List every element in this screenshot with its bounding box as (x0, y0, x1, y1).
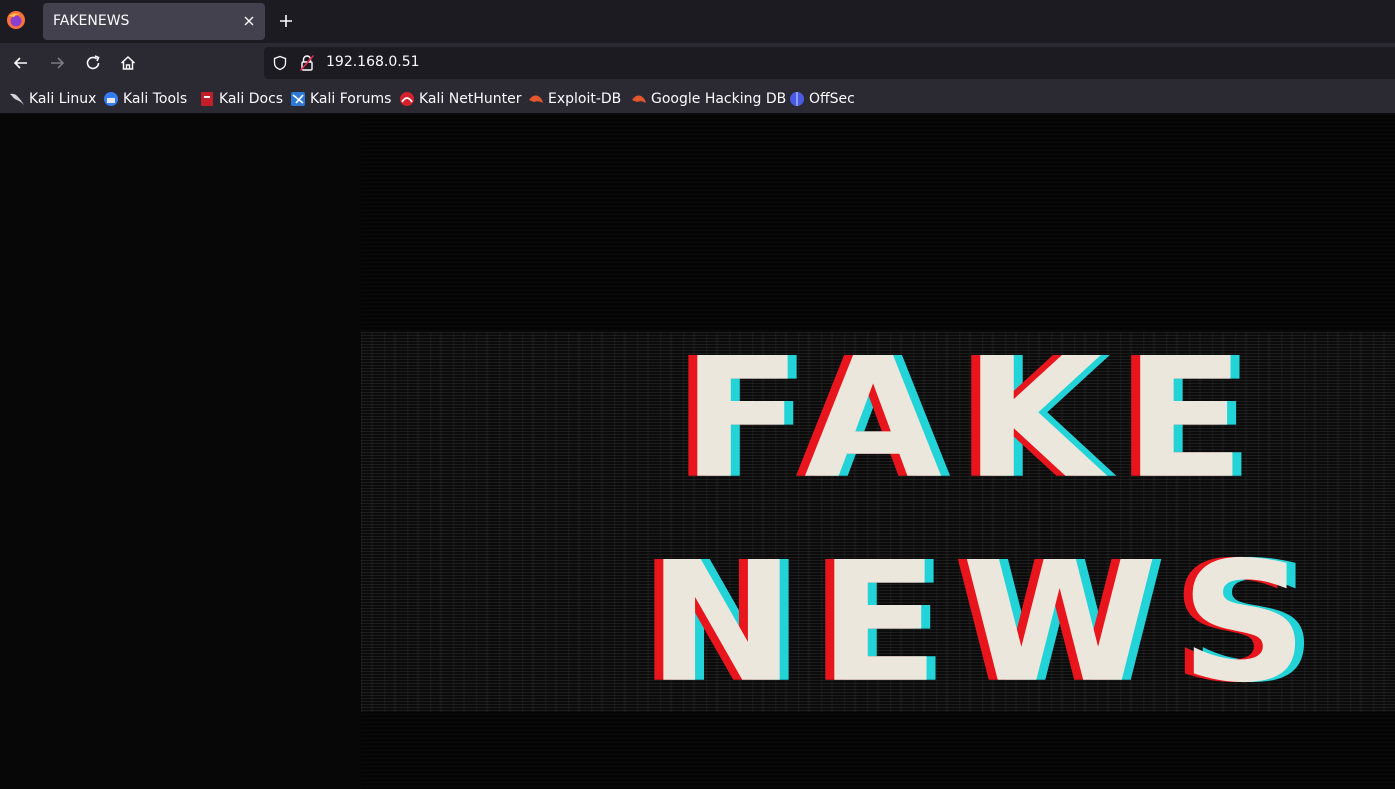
bookmark-kali-tools[interactable]: Kali Tools (103, 89, 187, 109)
bookmark-label: Google Hacking DB (651, 91, 787, 107)
google-hacking-db-icon (632, 95, 646, 103)
headline-fake: FAKE (681, 322, 1268, 515)
bookmark-kali-linux[interactable]: Kali Linux (9, 89, 96, 109)
offsec-icon (790, 92, 804, 106)
kali-nethunter-icon (400, 92, 414, 106)
page-content: FAKE NEWS (0, 114, 1395, 789)
bookmark-kali-docs[interactable]: Kali Docs (199, 89, 283, 109)
tab-title: FAKENEWS (53, 13, 130, 29)
bookmark-exploit-db[interactable]: Exploit-DB (528, 89, 621, 109)
bookmark-label: OffSec (809, 91, 855, 107)
insecure-lock-icon[interactable] (299, 54, 315, 72)
new-tab-plus-icon[interactable] (276, 11, 296, 31)
back-arrow-icon[interactable] (11, 53, 31, 73)
tab-strip: FAKENEWS (0, 0, 1395, 43)
tracking-protection-shield-icon[interactable] (272, 55, 288, 71)
home-icon[interactable] (118, 53, 138, 73)
fake-news-banner-image: FAKE NEWS (361, 114, 1395, 789)
reload-icon[interactable] (83, 53, 103, 73)
headline-news: NEWS (647, 526, 1331, 719)
kali-docs-icon (201, 92, 213, 106)
bookmark-offsec[interactable]: OffSec (789, 89, 855, 109)
bookmark-label: Kali Forums (310, 91, 392, 107)
navigation-bar: 192.168.0.51 (0, 43, 1395, 83)
bookmark-label: Kali Tools (123, 91, 188, 107)
kali-dragon-icon (10, 93, 24, 105)
url-bar[interactable]: 192.168.0.51 (264, 47, 1395, 79)
bookmark-label: Exploit-DB (548, 91, 622, 107)
bookmark-google-hacking-db[interactable]: Google Hacking DB (631, 89, 786, 109)
firefox-logo-icon[interactable] (6, 10, 26, 30)
kali-forums-icon (291, 92, 305, 106)
bookmark-kali-nethunter[interactable]: Kali NetHunter (399, 89, 521, 109)
bookmark-label: Kali Linux (29, 91, 97, 107)
bookmark-label: Kali NetHunter (419, 91, 522, 107)
close-icon[interactable] (241, 13, 257, 29)
bookmark-label: Kali Docs (219, 91, 284, 107)
kali-tools-icon (104, 92, 118, 106)
forward-arrow-icon[interactable] (47, 53, 67, 73)
bookmarks-toolbar: Kali Linux Kali Tools Kali Docs Kali For… (0, 83, 1395, 114)
tab-active[interactable]: FAKENEWS (43, 3, 265, 40)
url-text[interactable]: 192.168.0.51 (326, 54, 420, 70)
bookmark-kali-forums[interactable]: Kali Forums (290, 89, 391, 109)
exploit-db-icon (529, 95, 543, 103)
